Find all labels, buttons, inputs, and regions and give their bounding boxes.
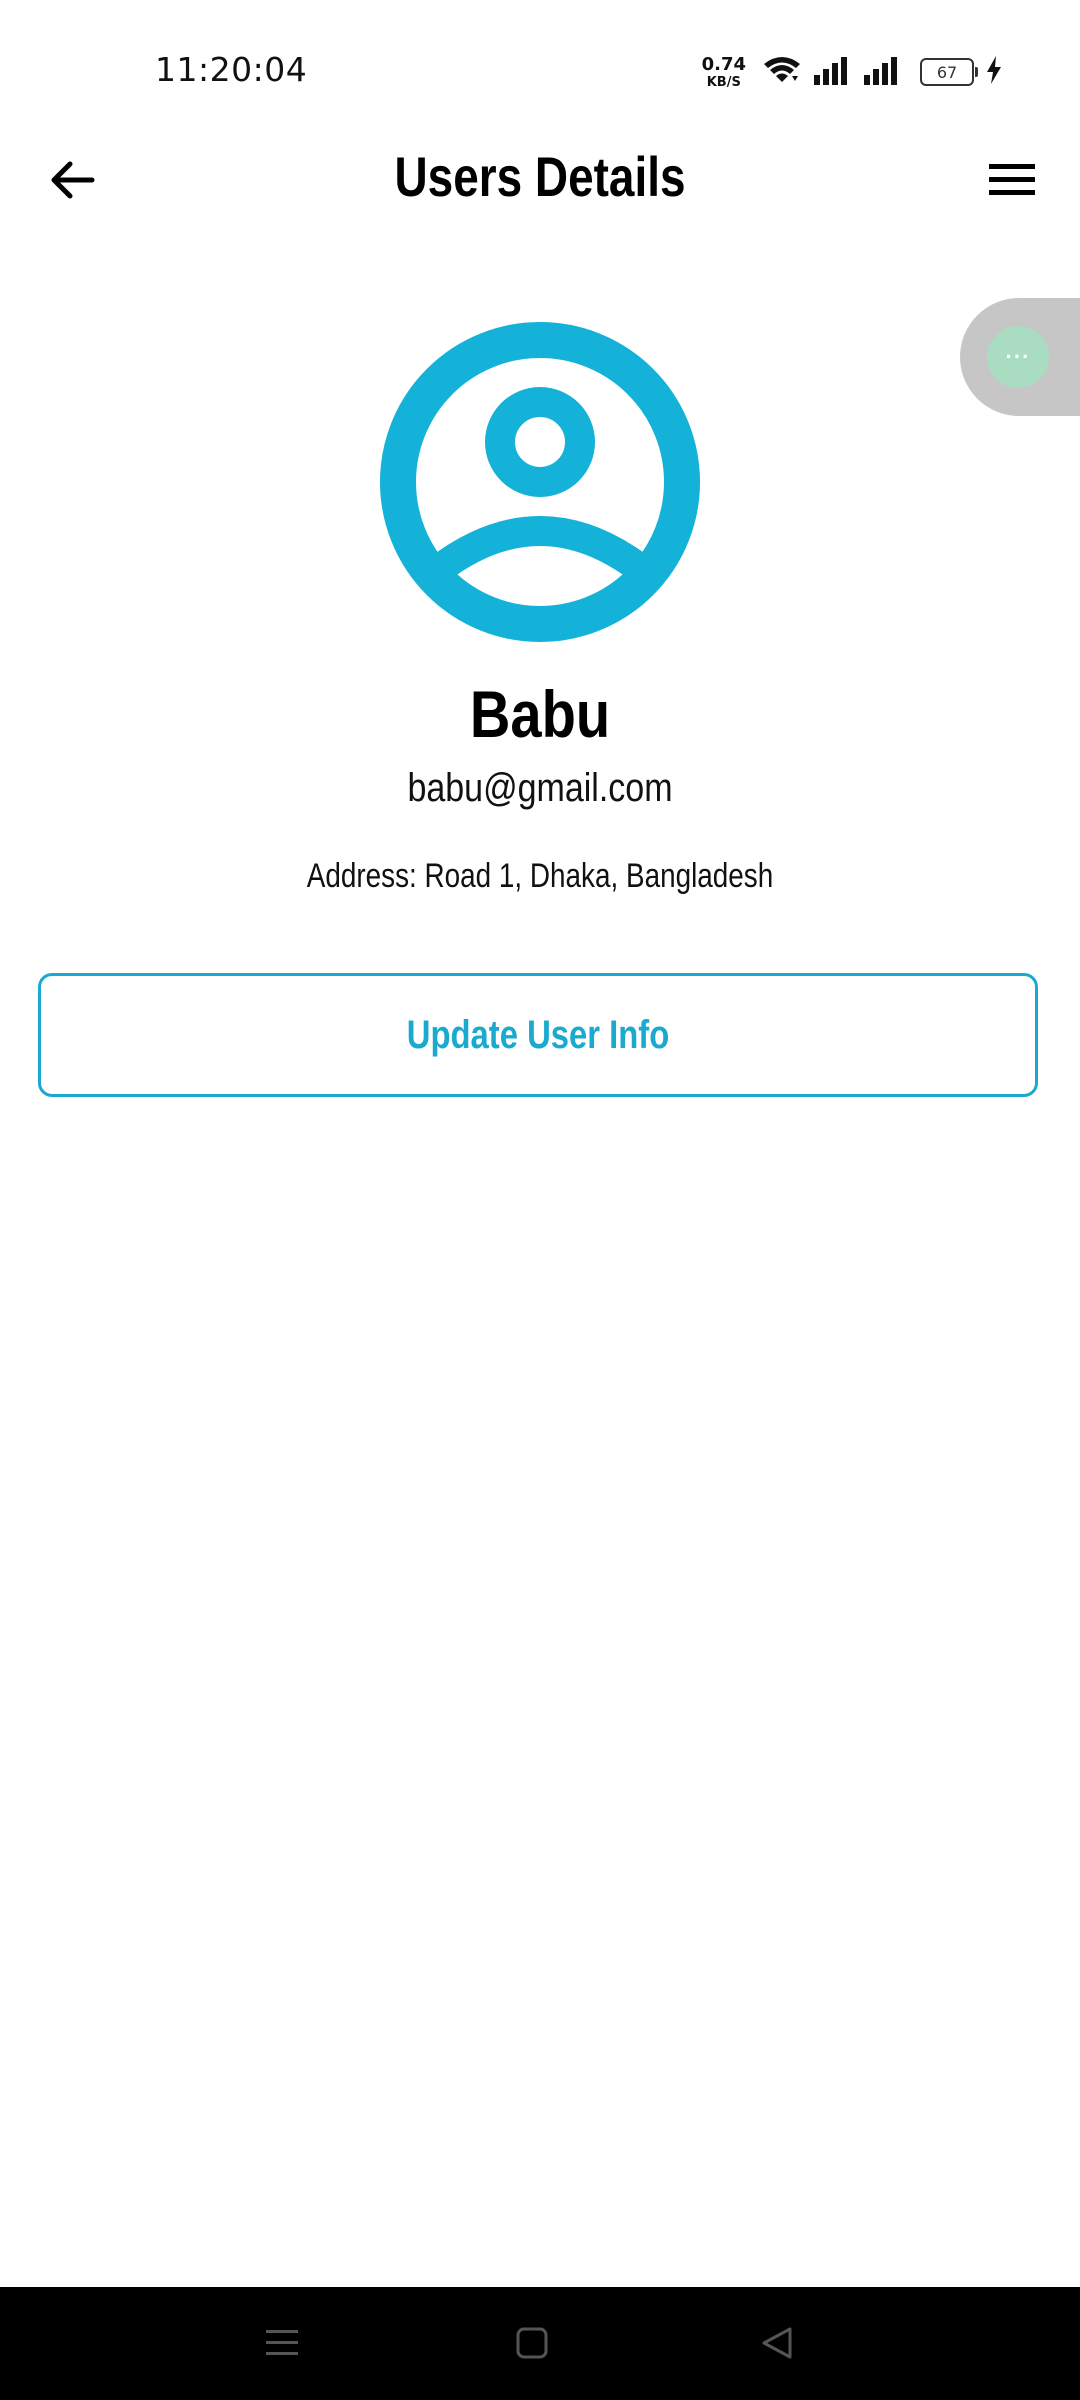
home-button[interactable] xyxy=(502,2315,562,2375)
user-name: Babu xyxy=(469,677,611,751)
update-user-info-button[interactable]: Update User Info xyxy=(38,973,1038,1097)
network-speed-unit: KB/S xyxy=(706,74,741,90)
system-navigation-bar xyxy=(0,2287,1080,2400)
user-circle-icon xyxy=(380,322,700,646)
user-avatar xyxy=(380,322,700,642)
charging-icon xyxy=(984,55,1004,90)
back-button[interactable] xyxy=(40,150,104,214)
network-speed-value: 0.74 xyxy=(701,53,746,75)
status-icons: 0.74 KB/S 67 xyxy=(702,52,1004,92)
app-bar: Users Details xyxy=(0,140,1080,225)
user-address: Address: Road 1, Dhaka, Bangladesh xyxy=(306,857,774,895)
network-speed: 0.74 KB/S xyxy=(701,53,746,90)
hamburger-menu-icon xyxy=(988,160,1036,205)
recents-icon xyxy=(262,2323,302,2368)
battery-level: 67 xyxy=(936,62,958,82)
status-bar: 11:20:04 0.74 KB/S 67 xyxy=(0,0,1080,140)
update-user-info-label: Update User Info xyxy=(406,1012,670,1057)
more-dots-icon: ··· xyxy=(987,326,1049,388)
menu-button[interactable] xyxy=(980,150,1044,214)
user-details-screen: 11:20:04 0.74 KB/S 67 Users Details ··· … xyxy=(0,0,1080,2400)
back-nav-button[interactable] xyxy=(748,2315,808,2375)
recents-button[interactable] xyxy=(252,2315,312,2375)
signal-icon-secondary xyxy=(862,55,902,90)
battery-icon: 67 xyxy=(920,58,978,86)
back-triangle-icon xyxy=(758,2323,798,2368)
signal-icon xyxy=(812,55,852,90)
wifi-icon xyxy=(762,54,802,91)
arrow-left-icon xyxy=(48,156,96,209)
floating-assistant-bubble[interactable]: ··· xyxy=(960,298,1080,416)
status-time: 11:20:04 xyxy=(155,50,308,89)
user-email: babu@gmail.com xyxy=(407,766,673,810)
home-icon xyxy=(512,2323,552,2368)
page-title: Users Details xyxy=(394,145,686,208)
